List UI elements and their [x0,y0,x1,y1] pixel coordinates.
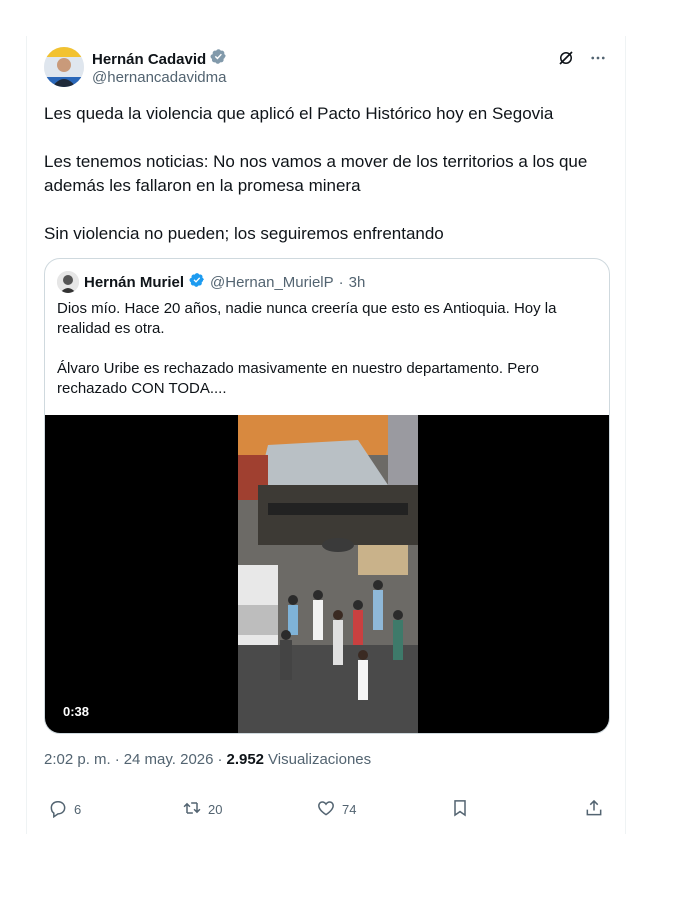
video-duration: 0:38 [57,702,96,721]
author-name[interactable]: Hernán Cadavid [92,51,206,68]
tweet-time[interactable]: 2:02 p. m. [44,751,111,768]
bookmark-button[interactable] [450,798,470,821]
quoted-header: Hernán Muriel @Hernan_MurielP · 3h [57,271,365,293]
tweet-paragraph: Les tenemos noticias: No nos vamos a mov… [44,152,588,195]
separator-dot: · [338,273,344,291]
quoted-avatar[interactable] [57,271,79,293]
like-count: 74 [342,802,357,817]
separator-dot: · [217,751,223,768]
quoted-paragraph: Álvaro Uribe es rechazado masivamente en… [57,360,539,397]
views-label: Visualizaciones [268,751,372,768]
separator-dot: · [114,751,120,768]
quoted-author-name[interactable]: Hernán Muriel [84,274,184,291]
share-button[interactable] [584,798,604,821]
reply-button[interactable]: 6 [48,798,81,821]
author-handle[interactable]: @hernancadavidma [92,69,226,86]
verified-badge-icon [189,272,205,292]
quoted-tweet[interactable]: Hernán Muriel @Hernan_MurielP · 3h Dios … [44,258,610,734]
quoted-paragraph: Dios mío. Hace 20 años, nadie nunca cree… [57,300,557,337]
reply-icon [48,798,68,821]
tweet-paragraph: Sin violencia no pueden; los seguiremos … [44,224,444,243]
author-avatar[interactable] [44,47,84,87]
action-bar: 6 20 74 [44,798,610,822]
quoted-text: Dios mío. Hace 20 años, nadie nunca cree… [57,299,597,419]
like-icon [316,798,336,821]
retweet-count: 20 [208,802,223,817]
top-actions [556,48,608,68]
quoted-handle[interactable]: @Hernan_MurielP [210,274,334,291]
views-count: 2.952 [226,751,265,768]
quoted-time[interactable]: 3h [349,274,366,291]
author-name-row: Hernán Cadavid [92,48,227,70]
grok-icon[interactable] [556,48,576,68]
reply-count: 6 [74,802,82,817]
video-thumbnail [238,415,418,733]
tweet-date[interactable]: 24 may. 2026 [124,751,214,768]
retweet-button[interactable]: 20 [182,798,222,821]
tweet-text: Les queda la violencia que aplicó el Pac… [44,102,614,270]
bookmark-icon [450,798,470,821]
retweet-icon [182,798,202,821]
more-icon[interactable] [588,48,608,68]
video-player[interactable]: 0:38 [45,415,609,733]
share-icon [584,798,604,821]
tweet-paragraph: Les queda la violencia que aplicó el Pac… [44,104,554,123]
tweet-card: Hernán Cadavid @hernancadavidma Les qued… [26,36,626,834]
like-button[interactable]: 74 [316,798,356,821]
tweet-meta: 2:02 p. m. · 24 may. 2026 · 2.952 Visual… [44,751,371,768]
verified-badge-icon [210,48,227,70]
